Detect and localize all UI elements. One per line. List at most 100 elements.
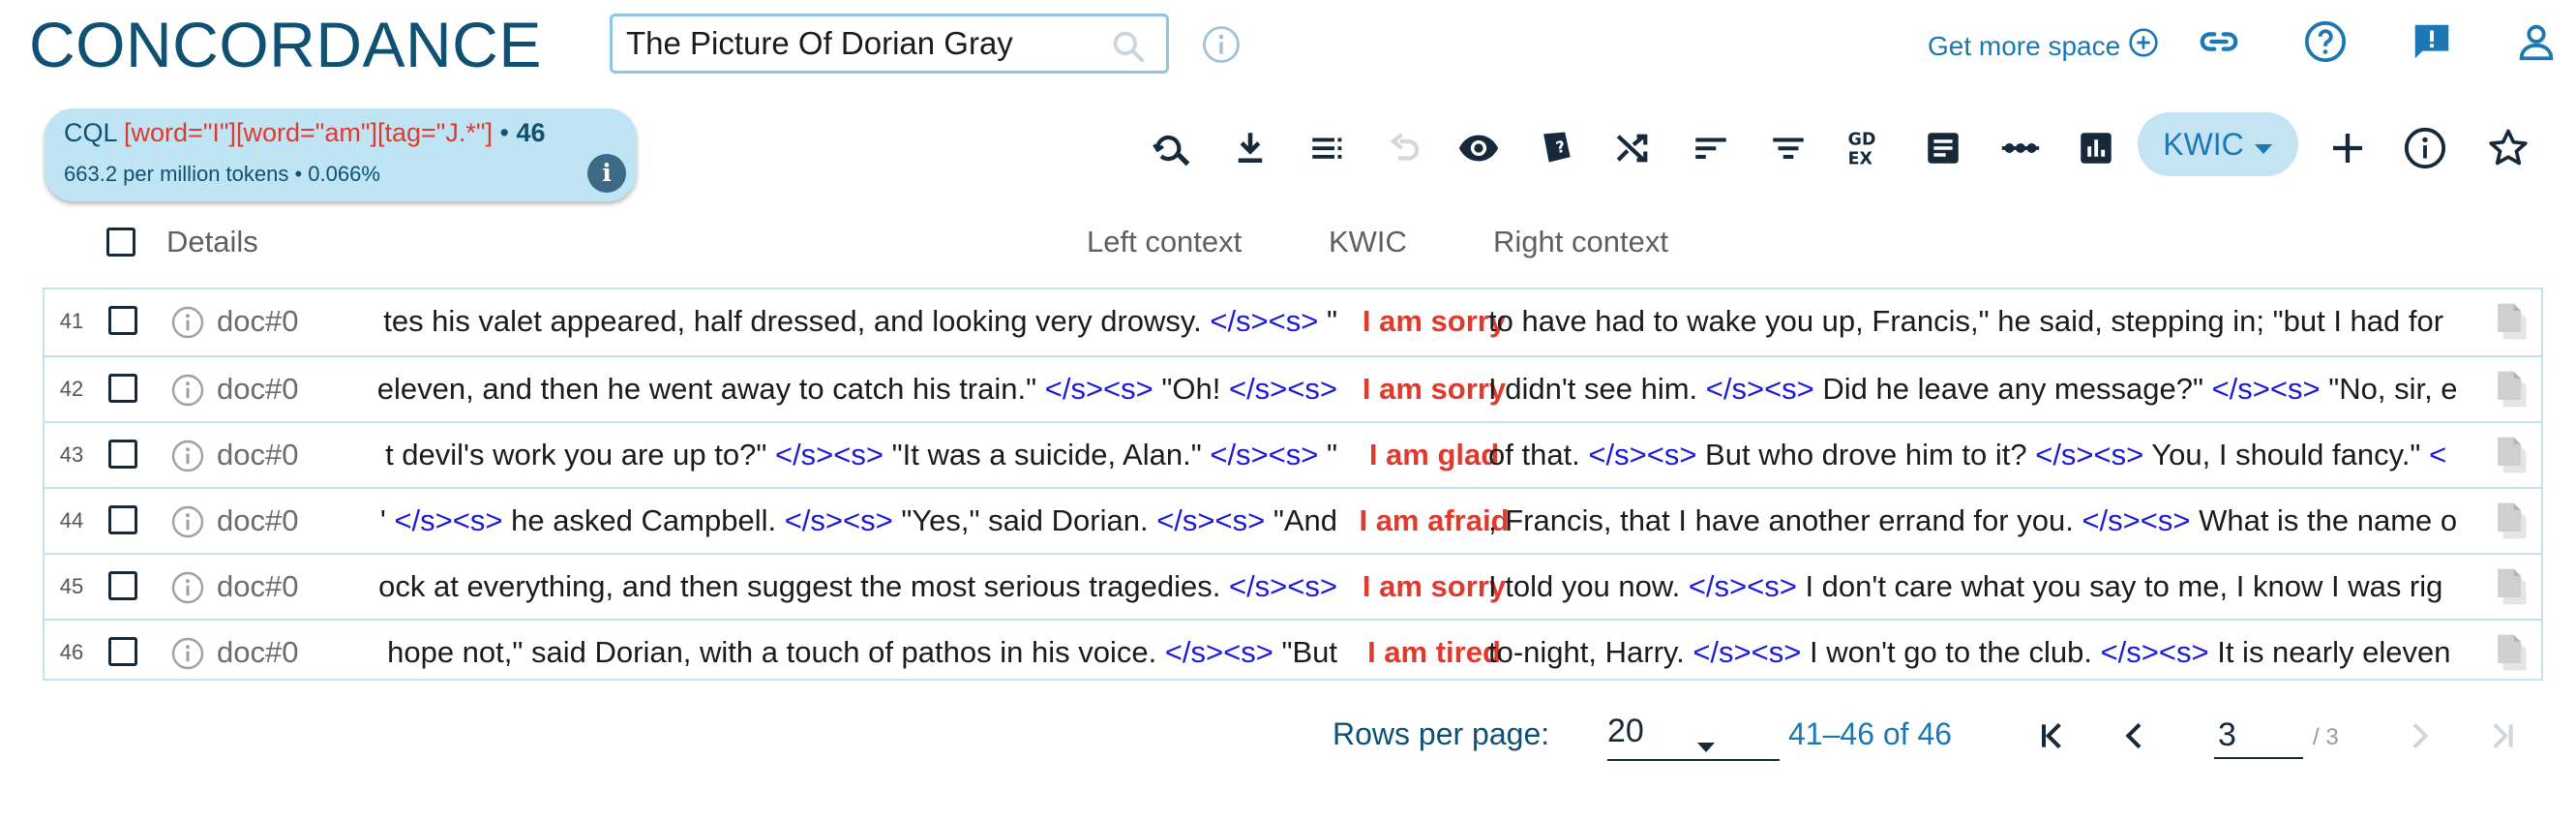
copy-icon[interactable] — [2489, 433, 2531, 485]
row-checkbox[interactable] — [108, 571, 137, 600]
list-settings-icon[interactable] — [1303, 124, 1352, 172]
table-row[interactable]: 46 doc#0 hope not," said Dorian, with a to… — [45, 619, 2541, 679]
row-number: 43 — [59, 442, 84, 467]
star-icon[interactable] — [2484, 124, 2532, 172]
dictionary-icon[interactable]: ? — [1532, 124, 1580, 172]
download-icon[interactable] — [1226, 124, 1274, 172]
right-context: I didn't see him. </s><s> Did he leave a… — [1488, 357, 2518, 421]
row-checkbox[interactable] — [108, 440, 137, 469]
table-row[interactable]: 42 doc#0 eleven, and then he went away to … — [45, 355, 2541, 421]
bar-chart-icon[interactable] — [2072, 124, 2120, 172]
app-title: CONCORDANCE — [29, 9, 542, 80]
add-icon[interactable] — [2323, 124, 2372, 172]
link-icon[interactable] — [2197, 19, 2241, 69]
context-text: It is nearly eleven — [2208, 635, 2451, 669]
context-text: I won't go to the club. — [1801, 635, 2101, 669]
sentence-tag: </s><s> — [1692, 635, 1802, 669]
context-text: What is the name o — [2190, 503, 2458, 537]
right-context: I told you now. </s><s> I don't care wha… — [1488, 555, 2518, 619]
add-circle-icon — [2128, 27, 2159, 65]
search-icon[interactable] — [1110, 28, 1147, 70]
caret-down-icon — [2254, 127, 2273, 163]
sentence-tag: </s><s> — [2035, 438, 2144, 471]
row-checkbox[interactable] — [108, 505, 137, 534]
page-number-value: 3 — [2218, 716, 2236, 753]
cql-info-button[interactable]: i — [587, 154, 626, 193]
feedback-icon[interactable] — [2410, 19, 2454, 69]
header-left-context: Left context — [1087, 225, 1243, 258]
sort-icon[interactable] — [1687, 124, 1735, 172]
header-details: Details — [166, 225, 258, 258]
svg-text:EX: EX — [1848, 150, 1873, 169]
context-text: You, I should fancy." — [2143, 438, 2430, 471]
sentence-tag: </s><s> — [774, 438, 884, 471]
copy-icon[interactable] — [2489, 299, 2531, 351]
shuffle-icon[interactable] — [1609, 124, 1658, 172]
sentence-tag: </s><s> — [1588, 438, 1697, 471]
context-text: I don't care what you say to me, I know … — [1796, 569, 2443, 603]
search-refresh-icon[interactable] — [1148, 124, 1196, 172]
left-context: ock at everything, and then suggest the … — [312, 555, 1337, 619]
copy-icon[interactable] — [2489, 630, 2531, 679]
info-icon[interactable] — [2401, 124, 2449, 172]
next-page-icon[interactable] — [2400, 716, 2439, 760]
select-all-checkbox[interactable] — [106, 228, 135, 257]
table-row[interactable]: 43 doc#0 t devil's work you are up to?" </… — [45, 421, 2541, 487]
left-context: t devil's work you are up to?" </s><s> "… — [312, 423, 1337, 487]
details-info-icon[interactable] — [170, 504, 205, 547]
context-text: to-night, Harry. — [1488, 635, 1693, 669]
summary-icon[interactable] — [1919, 124, 1967, 172]
corpus-info-icon[interactable] — [1201, 24, 1242, 70]
caret-down-icon — [1696, 724, 1716, 762]
row-number: 45 — [59, 574, 84, 598]
right-context: of that. </s><s> But who drove him to it… — [1488, 423, 2518, 487]
left-context: eleven, and then he went away to catch h… — [312, 357, 1337, 421]
get-more-space-label: Get more space — [1928, 30, 2121, 61]
table-row[interactable]: 44 doc#0 ' </s><s> he asked Campbell. </s>… — [45, 487, 2541, 553]
user-account-icon[interactable] — [2514, 19, 2559, 69]
visibility-icon[interactable] — [1454, 124, 1503, 172]
undo-icon[interactable] — [1381, 124, 1429, 172]
row-checkbox[interactable] — [108, 306, 137, 335]
table-row[interactable]: 45 doc#0 ock at everything, and then sugge… — [45, 553, 2541, 619]
table-row[interactable]: 41 doc#0 tes his valet appeared, half dres… — [45, 289, 2541, 355]
view-mode-dropdown[interactable]: KWIC — [2138, 112, 2298, 176]
first-page-icon[interactable] — [2032, 716, 2071, 760]
corpus-search-input[interactable] — [626, 24, 1091, 63]
row-checkbox[interactable] — [108, 637, 137, 666]
details-info-icon[interactable] — [170, 305, 205, 348]
details-info-icon[interactable] — [170, 570, 205, 613]
cql-query: [word="I"][word="am"][tag="J.*"] — [124, 118, 493, 147]
row-number: 46 — [59, 640, 84, 664]
svg-text:GD: GD — [1848, 130, 1876, 149]
copy-icon[interactable] — [2489, 499, 2531, 551]
help-icon[interactable] — [2303, 19, 2348, 69]
last-page-icon[interactable] — [2483, 716, 2522, 760]
details-info-icon[interactable] — [170, 373, 205, 415]
copy-icon[interactable] — [2489, 367, 2531, 419]
header-kwic: KWIC — [1329, 225, 1407, 258]
previous-page-icon[interactable] — [2115, 716, 2154, 760]
row-checkbox[interactable] — [108, 374, 137, 403]
sentence-tag: </s><s> — [2211, 372, 2321, 406]
table-header: Details Left context KWIC Right context — [0, 221, 2576, 269]
cql-summary-card[interactable]: CQL [word="I"][word="am"][tag="J.*"] • 4… — [45, 108, 637, 201]
details-info-icon[interactable] — [170, 439, 205, 481]
sentence-tag: < — [2429, 438, 2447, 471]
cql-line: CQL [word="I"][word="am"][tag="J.*"] • 4… — [64, 118, 545, 148]
pagination-range: 41–46 of 46 — [1788, 716, 1953, 751]
filter-icon[interactable] — [1764, 124, 1812, 172]
copy-icon[interactable] — [2489, 564, 2531, 617]
rows-per-page-select[interactable]: 20 — [1607, 705, 1780, 761]
corpus-search-box[interactable] — [610, 14, 1169, 74]
sentence-tag: </s><s> — [2082, 503, 2191, 537]
frequency-dots-icon[interactable] — [1996, 124, 2045, 172]
details-info-icon[interactable] — [170, 636, 205, 679]
row-number: 41 — [59, 309, 84, 333]
gdex-icon[interactable]: GD EX — [1842, 124, 1890, 172]
view-mode-label: KWIC — [2163, 126, 2244, 162]
get-more-space-link[interactable]: Get more space — [1928, 27, 2159, 65]
context-text: "No, sir, e — [2320, 372, 2458, 406]
context-text: he asked Campbell. — [502, 503, 785, 537]
page-number-input[interactable]: 3 — [2214, 705, 2303, 759]
